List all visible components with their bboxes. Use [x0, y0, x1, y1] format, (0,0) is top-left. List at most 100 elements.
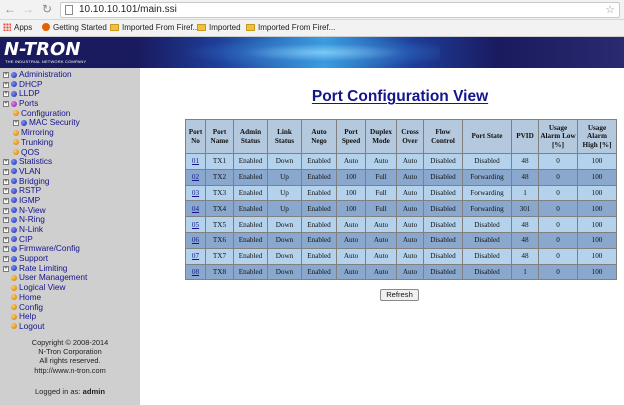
table-cell: 07 — [186, 248, 205, 264]
expand-plus-icon[interactable]: + — [3, 81, 9, 88]
website-text: http://www.n-tron.com — [34, 365, 106, 375]
table-cell: Forwarding — [463, 201, 511, 217]
expand-plus-icon[interactable]: + — [3, 91, 9, 98]
table-cell: Enabled — [234, 154, 267, 169]
column-header: Duplex Mode — [366, 120, 396, 153]
back-arrow-icon[interactable]: ← — [3, 2, 17, 16]
table-cell: 48 — [512, 217, 538, 232]
column-header: Port State — [463, 120, 511, 153]
table-cell: Enabled — [302, 169, 336, 185]
table-cell: Disabled — [463, 217, 511, 232]
reload-icon[interactable]: ↻ — [40, 2, 54, 16]
port-link[interactable]: 02 — [192, 173, 199, 181]
table-cell: Down — [268, 248, 301, 264]
bookmark-star-icon[interactable]: ☆ — [605, 3, 615, 17]
expand-plus-icon[interactable]: + — [3, 236, 9, 243]
port-link[interactable]: 04 — [192, 205, 199, 213]
table-cell: TX5 — [206, 217, 233, 232]
table-cell: 04 — [186, 201, 205, 217]
port-link[interactable]: 01 — [192, 157, 199, 165]
table-cell: 100 — [578, 264, 616, 280]
expand-plus-icon[interactable]: + — [3, 256, 9, 263]
table-cell: 100 — [578, 232, 616, 248]
table-cell: 08 — [186, 264, 205, 280]
bookmark-apps[interactable]: Apps — [3, 20, 32, 36]
table-cell: Auto — [366, 232, 396, 248]
table-cell: TX7 — [206, 248, 233, 264]
menu-bullet-icon — [11, 313, 17, 320]
table-cell: 48 — [512, 248, 538, 264]
expand-plus-icon[interactable]: + — [13, 120, 19, 127]
table-cell: Auto — [397, 185, 423, 201]
port-link[interactable]: 05 — [192, 221, 199, 229]
expand-plus-icon[interactable]: + — [3, 217, 9, 224]
column-header: Link Status — [268, 120, 301, 153]
table-cell: Disabled — [424, 248, 462, 264]
table-cell: 1 — [512, 185, 538, 201]
expand-plus-icon[interactable]: + — [3, 159, 9, 166]
menu-bullet-icon — [11, 197, 17, 204]
browser-toolbar: ← → ↻ 10.10.10.101/main.ssi ☆ — [0, 0, 624, 20]
table-cell: Forwarding — [463, 185, 511, 201]
table-cell: Enabled — [234, 185, 267, 201]
folder-icon — [197, 24, 206, 31]
expand-plus-icon[interactable]: + — [3, 227, 9, 233]
menu-bullet-icon — [11, 284, 17, 291]
port-link[interactable]: 03 — [192, 189, 199, 197]
address-bar[interactable]: 10.10.10.101/main.ssi ☆ — [60, 2, 620, 18]
table-cell: Enabled — [302, 232, 336, 248]
table-cell: Up — [268, 201, 301, 217]
table-cell: TX8 — [206, 264, 233, 280]
menu-bullet-icon — [11, 294, 17, 301]
column-header: Admin Status — [234, 120, 267, 153]
expand-plus-icon[interactable]: + — [3, 188, 9, 195]
table-header-row: Port No Port Name Admin Status Link Status A… — [186, 120, 616, 153]
table-cell: 0 — [539, 201, 577, 217]
sidebar-menu: + Administration + DHCP + LLDP + Ports Configura… — [0, 69, 140, 332]
forward-arrow-icon[interactable]: → — [21, 2, 35, 16]
bookmark-imported-firefox-2[interactable]: Imported From Firef... — [246, 20, 335, 36]
expand-plus-icon[interactable]: + — [3, 197, 9, 204]
menu-bullet-icon — [13, 129, 19, 136]
column-header: Auto Nego — [302, 120, 336, 153]
table-cell: 48 — [512, 154, 538, 169]
table-cell: Enabled — [302, 154, 336, 169]
refresh-button[interactable]: Refresh — [380, 289, 419, 301]
table-row: 04 TX4 Enabled Up Enabled 100 Full Auto Disabled… — [186, 201, 616, 217]
sidebar-item-logout[interactable]: Logout — [0, 321, 140, 332]
table-cell: 100 — [337, 185, 365, 201]
port-link[interactable]: 06 — [192, 236, 199, 244]
table-cell: Auto — [397, 169, 423, 185]
port-link[interactable]: 07 — [192, 252, 199, 260]
expand-plus-icon[interactable]: + — [3, 168, 9, 175]
firefox-icon — [42, 23, 50, 31]
logged-in-user: admin — [82, 387, 106, 396]
menu-bullet-icon — [11, 236, 17, 243]
table-cell: Disabled — [463, 248, 511, 264]
expand-plus-icon[interactable]: + — [3, 207, 9, 214]
table-cell: Auto — [397, 248, 423, 264]
bookmark-imported-firefox-1[interactable]: Imported From Firef... — [110, 20, 199, 36]
table-row: 07 TX7 Enabled Down Enabled Auto Auto Auto Disab… — [186, 248, 616, 264]
expand-plus-icon[interactable]: + — [3, 101, 9, 108]
table-cell: 06 — [186, 232, 205, 248]
bookmark-getting-started[interactable]: Getting Started — [42, 20, 107, 36]
table-cell: Disabled — [424, 201, 462, 217]
expand-plus-icon[interactable]: + — [3, 265, 9, 272]
bookmark-imported[interactable]: Imported — [197, 20, 241, 36]
table-cell: Forwarding — [463, 169, 511, 185]
table-cell: Enabled — [234, 217, 267, 232]
table-cell: 100 — [578, 169, 616, 185]
table-cell: Disabled — [424, 154, 462, 169]
menu-bullet-icon — [11, 226, 17, 233]
expand-plus-icon[interactable]: + — [3, 72, 9, 78]
port-link[interactable]: 08 — [192, 268, 199, 276]
table-cell: Disabled — [424, 264, 462, 280]
column-header: Usage Alarm Low [%] — [539, 120, 577, 153]
table-cell: 100 — [578, 248, 616, 264]
expand-plus-icon[interactable]: + — [3, 246, 9, 253]
folder-icon — [110, 24, 119, 31]
menu-bullet-icon — [11, 274, 17, 281]
table-row: 01 TX1 Enabled Down Enabled Auto Auto Auto Disab… — [186, 154, 616, 169]
expand-plus-icon[interactable]: + — [3, 178, 9, 185]
